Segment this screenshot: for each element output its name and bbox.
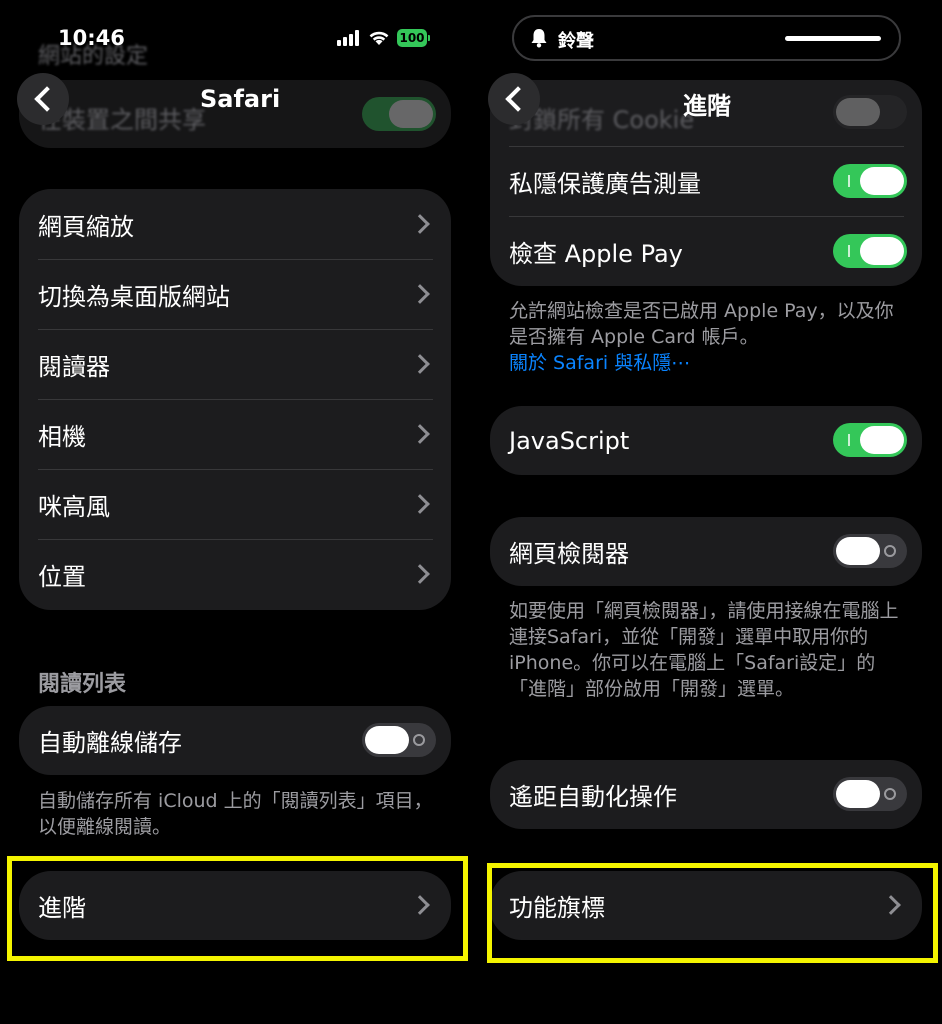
battery-cap bbox=[428, 35, 430, 41]
settings-row-desktop-site[interactable]: 切換為桌面版網站 bbox=[19, 259, 451, 329]
ringer-notification: 鈴聲 bbox=[512, 15, 901, 61]
settings-row-location[interactable]: 位置 bbox=[19, 539, 451, 610]
chevron-left-icon bbox=[505, 86, 531, 112]
ringer-label: 鈴聲 bbox=[558, 31, 594, 52]
row-label: 相機 bbox=[38, 422, 86, 451]
remote-automation-toggle[interactable] bbox=[833, 777, 907, 811]
row-label: 切換為桌面版網站 bbox=[38, 282, 230, 311]
row-label: JavaScript bbox=[509, 426, 630, 455]
chevron-right-icon bbox=[410, 214, 430, 234]
battery-icon: 100 bbox=[397, 29, 427, 47]
row-label: 檢查 Apple Pay bbox=[509, 239, 683, 268]
check-apple-pay-toggle[interactable] bbox=[833, 234, 907, 268]
chevron-right-icon bbox=[410, 424, 430, 444]
battery-level: 100 bbox=[399, 31, 425, 45]
ringer-volume-bar bbox=[785, 36, 881, 41]
back-button[interactable] bbox=[17, 73, 69, 125]
web-inspector-group: 網頁檢閱器 bbox=[490, 517, 922, 586]
bell-icon bbox=[531, 29, 547, 48]
ghost-share-toggle bbox=[362, 97, 436, 131]
reading-list-group: 自動離線儲存 bbox=[19, 706, 451, 775]
chevron-left-icon bbox=[34, 86, 60, 112]
remote-automation-group: 遙距自動化操作 bbox=[490, 760, 922, 829]
auto-save-offline-toggle[interactable] bbox=[362, 723, 436, 757]
chevron-right-icon bbox=[410, 284, 430, 304]
highlight-box-advanced bbox=[7, 856, 468, 961]
row-label: 網頁檢閱器 bbox=[509, 540, 629, 568]
chevron-right-icon bbox=[410, 494, 430, 514]
settings-row-page-zoom[interactable]: 網頁縮放 bbox=[19, 189, 451, 259]
highlight-box-feature-flags bbox=[487, 863, 938, 963]
settings-row-microphone[interactable]: 咪高風 bbox=[19, 469, 451, 539]
row-label: 自動離線儲存 bbox=[38, 729, 182, 757]
settings-row-reader[interactable]: 閱讀器 bbox=[19, 329, 451, 399]
row-label: 閱讀器 bbox=[38, 352, 110, 381]
web-inspector-toggle[interactable] bbox=[833, 534, 907, 568]
cellular-signal-icon bbox=[337, 30, 361, 46]
back-button[interactable] bbox=[488, 73, 540, 125]
page-title: 進階 bbox=[683, 92, 731, 120]
row-label: 咪高風 bbox=[38, 492, 110, 521]
javascript-toggle[interactable] bbox=[833, 423, 907, 457]
privacy-info-link[interactable]: 關於 Safari 與私隱⋯ bbox=[509, 350, 690, 376]
row-label: 位置 bbox=[38, 563, 86, 591]
section-header-reading-list: 閱讀列表 bbox=[38, 672, 127, 697]
page-title: Safari bbox=[200, 85, 281, 113]
status-time: 10:46 bbox=[58, 26, 125, 50]
privacy-ad-measurement-toggle[interactable] bbox=[833, 164, 907, 198]
apple-pay-note: 允許網站檢查是否已啟用 Apple Pay，以及你是否擁有 Apple Card… bbox=[509, 300, 894, 348]
row-label: 網頁縮放 bbox=[38, 212, 134, 241]
row-label: 私隱保護廣告測量 bbox=[509, 169, 701, 198]
chevron-right-icon bbox=[410, 354, 430, 374]
settings-row-camera[interactable]: 相機 bbox=[19, 399, 451, 469]
site-settings-group: 網頁縮放 切換為桌面版網站 閱讀器 相機 咪高風 位置 bbox=[19, 189, 451, 610]
web-inspector-note: 如要使用「網頁檢閱器」，請使用接線在電腦上連接Safari，並從「開發」選單中取… bbox=[509, 600, 899, 700]
javascript-group: JavaScript bbox=[490, 406, 922, 475]
ghost-block-cookies-toggle bbox=[833, 95, 907, 129]
wifi-icon bbox=[369, 31, 389, 45]
chevron-right-icon bbox=[410, 564, 430, 584]
reading-list-note: 自動儲存所有 iCloud 上的「閱讀列表」項目，以便離線閱讀。 bbox=[38, 790, 433, 838]
row-label: 遙距自動化操作 bbox=[509, 783, 677, 811]
